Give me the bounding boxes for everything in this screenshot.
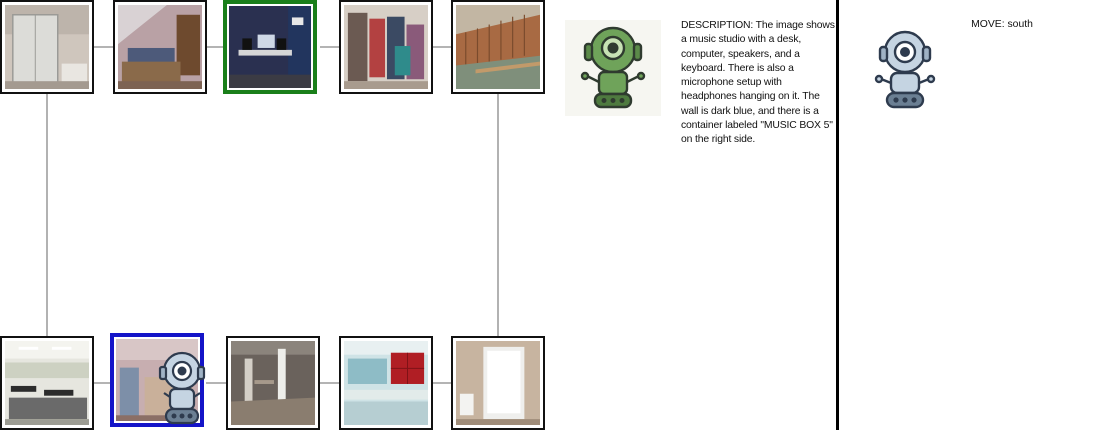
room-bathroom-white[interactable] bbox=[451, 336, 545, 430]
room-closet[interactable] bbox=[339, 0, 433, 94]
room-bathroom-shower[interactable] bbox=[0, 0, 94, 94]
action-panel: MOVE: south bbox=[839, 0, 1110, 430]
scene-description: DESCRIPTION: The image shows a music stu… bbox=[681, 20, 835, 146]
room-map bbox=[0, 0, 548, 430]
room-music-studio[interactable] bbox=[223, 0, 317, 94]
room-attic-bedroom[interactable] bbox=[113, 0, 207, 94]
blue-robot-icon bbox=[874, 30, 936, 109]
room-locker-room[interactable] bbox=[451, 0, 545, 94]
room-modern-red-lockers[interactable] bbox=[339, 336, 433, 430]
green-robot-icon bbox=[565, 20, 661, 116]
room-cafeteria[interactable] bbox=[0, 336, 94, 430]
agent-robot-icon bbox=[158, 351, 206, 425]
observation-panel: DESCRIPTION: The image shows a music stu… bbox=[548, 0, 837, 430]
room-basement[interactable] bbox=[226, 336, 320, 430]
room-bedroom-pastel[interactable] bbox=[110, 333, 206, 427]
